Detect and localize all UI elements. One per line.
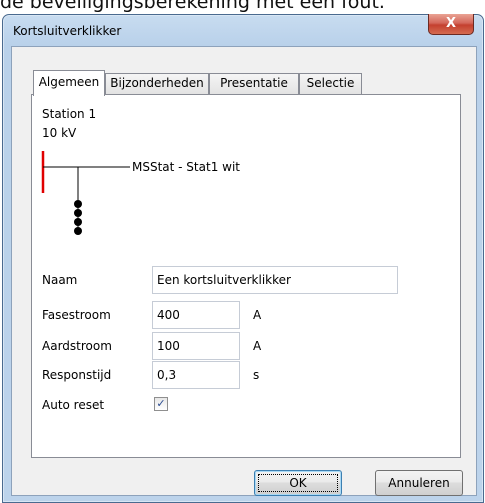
background-document-text: de beveiligingsberekening met een fout.	[0, 0, 385, 13]
dialog-client-area: Algemeen Bijzonderheden Presentatie Sele…	[11, 46, 477, 496]
fasestroom-label: Fasestroom	[42, 308, 111, 322]
voltage-label: 10 kV	[42, 126, 77, 140]
kortsluitverklikker-dialog: Kortsluitverklikker X Algemeen Bijzonder…	[2, 14, 484, 503]
title-bar[interactable]: Kortsluitverklikker X	[3, 14, 483, 47]
cancel-button-label: Annuleren	[388, 476, 450, 490]
cancel-button[interactable]: Annuleren	[375, 470, 463, 496]
responstijd-label: Responstijd	[42, 368, 112, 382]
aardstroom-field[interactable]: 100	[152, 332, 240, 360]
responstijd-field[interactable]: 0,3	[152, 361, 240, 389]
fasestroom-field[interactable]: 400	[152, 301, 240, 329]
tab-panel-algemeen: Station 1 10 kV MSStat - Stat1 wit Naam …	[31, 94, 461, 458]
naam-field[interactable]: Een kortsluitverklikker	[152, 266, 398, 294]
close-button[interactable]: X	[428, 14, 474, 35]
cable-label: MSStat - Stat1 wit	[132, 160, 240, 174]
responstijd-unit: s	[253, 368, 260, 382]
indicator-dot-1	[74, 200, 82, 208]
indicator-dot-3	[74, 218, 82, 226]
aardstroom-unit: A	[253, 339, 262, 353]
dialog-title: Kortsluitverklikker	[13, 24, 122, 38]
indicator-dot-4	[74, 227, 82, 235]
indicator-dot-2	[74, 209, 82, 217]
aardstroom-label: Aardstroom	[42, 339, 112, 353]
checkmark-icon: ✓	[156, 397, 166, 410]
fasestroom-unit: A	[253, 308, 262, 322]
autoreset-checkbox[interactable]: ✓	[154, 397, 168, 411]
tab-selectie[interactable]: Selectie	[299, 73, 362, 94]
tab-bijzonderheden[interactable]: Bijzonderheden	[105, 73, 209, 94]
tab-algemeen[interactable]: Algemeen	[33, 70, 105, 96]
autoreset-label: Auto reset	[42, 398, 105, 412]
naam-label: Naam	[42, 273, 78, 287]
station-name-label: Station 1	[42, 107, 97, 121]
focus-rect	[258, 474, 338, 492]
ok-button[interactable]: OK	[254, 470, 342, 496]
tab-presentatie[interactable]: Presentatie	[209, 73, 299, 94]
close-icon: X	[445, 16, 457, 31]
